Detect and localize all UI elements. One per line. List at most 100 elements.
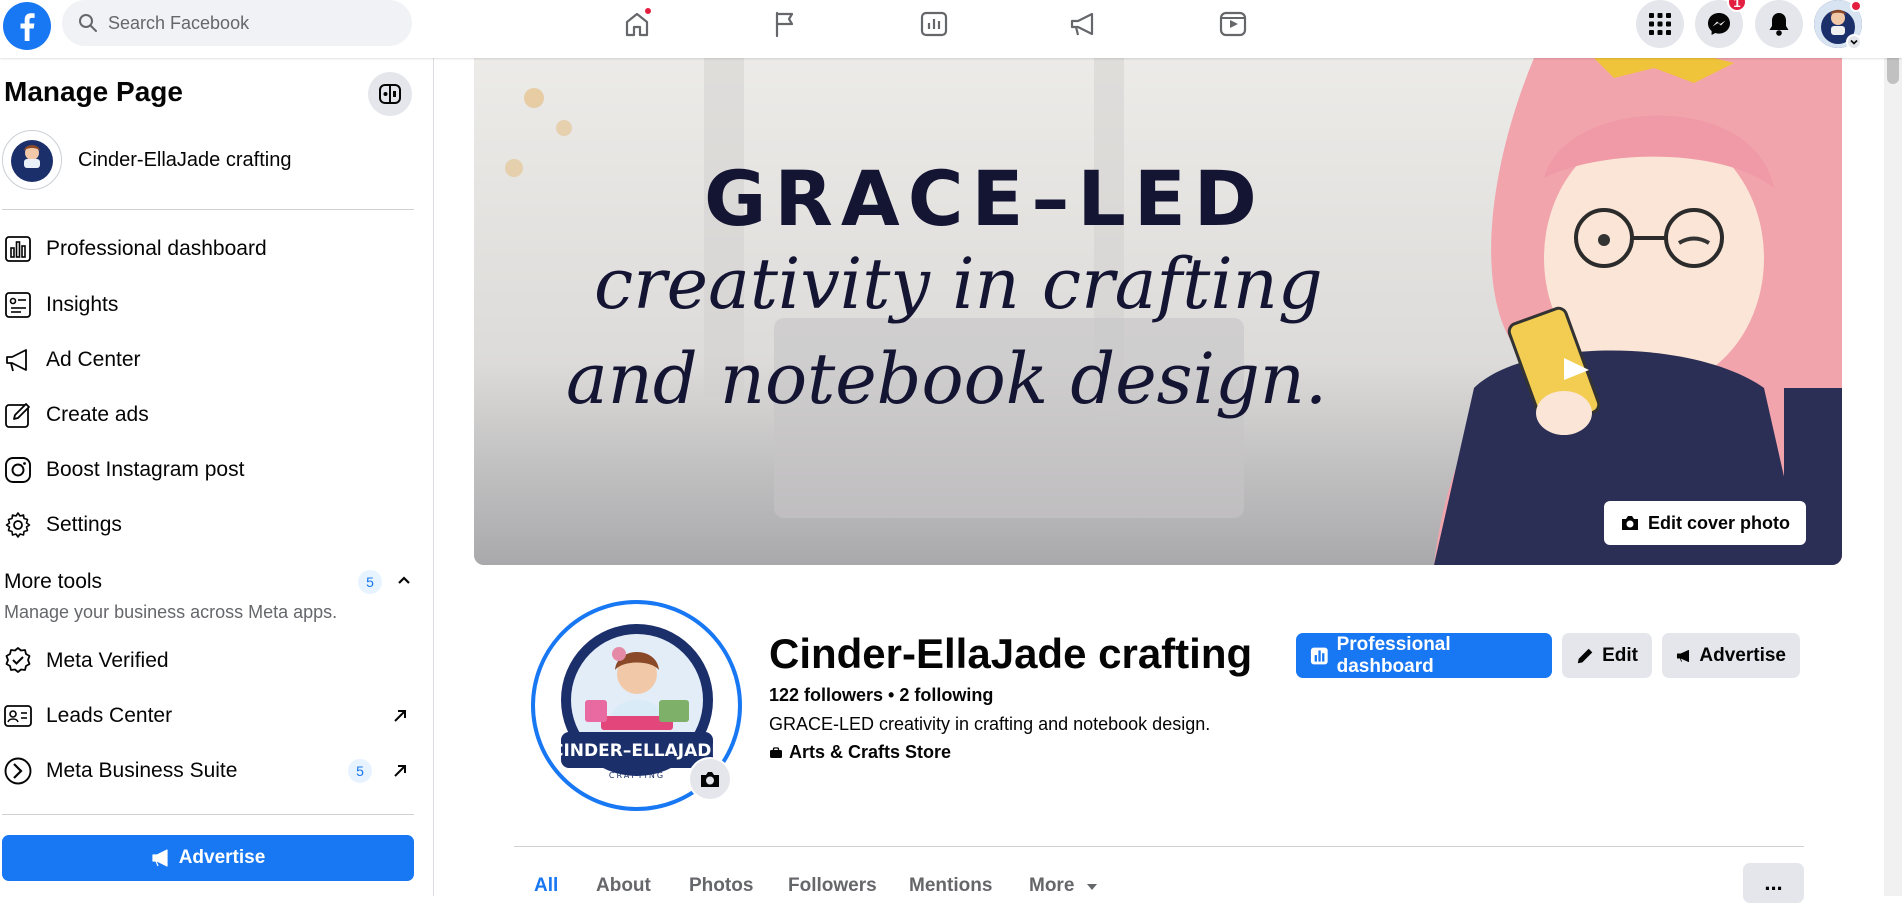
search-icon xyxy=(79,14,97,32)
messenger-button[interactable]: 1 xyxy=(1695,0,1747,48)
sidebar-item-label: Boost Instagram post xyxy=(46,458,245,481)
search-placeholder: Search Facebook xyxy=(108,12,250,33)
chart-icon xyxy=(1310,647,1328,664)
tab-photos[interactable]: Photos xyxy=(689,875,753,897)
top-bar: Search Facebook 1 xyxy=(0,0,1902,58)
verified-icon xyxy=(2,645,34,677)
edit-button[interactable]: Edit xyxy=(1562,633,1652,678)
more-tools-heading[interactable]: More tools xyxy=(4,570,102,594)
tab-more[interactable]: More xyxy=(1029,875,1098,897)
pencil-icon xyxy=(1577,648,1593,663)
cover-headline: GRACE–LED xyxy=(704,154,1265,243)
sidebar-item-label: Leads Center xyxy=(46,704,173,727)
home-icon[interactable] xyxy=(620,6,654,40)
sidebar-item-label: Create ads xyxy=(46,403,149,426)
external-link-icon xyxy=(388,704,412,728)
sidebar-item-meta-verified[interactable]: Meta Verified xyxy=(2,639,414,683)
business-suite-count: 5 xyxy=(348,759,372,783)
toggle-panel-icon xyxy=(379,84,401,104)
caret-down-icon xyxy=(1086,884,1097,890)
sidebar-item-label: Insights xyxy=(46,293,119,316)
sidebar-item-boost-instagram[interactable]: Boost Instagram post xyxy=(2,448,414,492)
pencil-icon xyxy=(2,399,34,431)
tab-more-label: More xyxy=(1029,875,1075,896)
more-tools-count: 5 xyxy=(358,570,382,594)
manage-page-sidebar: Manage Page Cinder-EllaJade crafting Pro… xyxy=(0,58,434,896)
tab-all[interactable]: All xyxy=(534,875,558,897)
sidebar-item-label: Meta Verified xyxy=(46,649,169,672)
advertise-label: Advertise xyxy=(178,847,266,868)
flag-icon[interactable] xyxy=(768,8,802,40)
megaphone-icon[interactable] xyxy=(1066,8,1100,40)
tab-followers[interactable]: Followers xyxy=(788,875,877,897)
video-icon[interactable] xyxy=(1216,8,1250,40)
external-link-icon xyxy=(388,759,412,783)
sidebar-item-label: Professional dashboard xyxy=(46,237,267,260)
bell-icon xyxy=(1769,13,1789,36)
instagram-icon xyxy=(2,454,34,486)
business-suite-icon xyxy=(2,755,34,787)
sidebar-item-label: Ad Center xyxy=(46,348,141,371)
cover-tagline-1: creativity in crafting xyxy=(594,243,1323,325)
more-options-button[interactable]: ... xyxy=(1743,863,1804,903)
sidebar-title: Manage Page xyxy=(4,76,183,107)
sidebar-page-switcher[interactable]: Cinder-EllaJade crafting xyxy=(2,130,291,190)
tabs-divider xyxy=(514,846,1804,847)
notification-dot xyxy=(643,6,653,16)
logo-subtext: CRAFTING xyxy=(608,771,664,780)
page-title: Cinder-EllaJade crafting xyxy=(769,630,1253,677)
menu-grid-button[interactable] xyxy=(1636,0,1684,48)
megaphone-icon xyxy=(2,344,34,376)
sidebar-item-create-ads[interactable]: Create ads xyxy=(2,393,414,437)
tab-mentions[interactable]: Mentions xyxy=(909,875,992,897)
scrollbar-track[interactable] xyxy=(1884,0,1902,896)
account-notification-dot xyxy=(1850,0,1862,12)
switch-view-button[interactable] xyxy=(368,72,412,116)
edit-cover-label: Edit cover photo xyxy=(1648,512,1791,533)
tab-about[interactable]: About xyxy=(596,875,651,897)
sidebar-item-meta-business-suite[interactable]: Meta Business Suite 5 xyxy=(2,749,414,793)
sidebar-item-label: Meta Business Suite xyxy=(46,759,238,782)
more-tools-subtitle: Manage your business across Meta apps. xyxy=(4,602,338,622)
sidebar-item-ad-center[interactable]: Ad Center xyxy=(2,338,414,382)
update-profile-picture-button[interactable] xyxy=(688,757,732,801)
chart-icon xyxy=(2,233,34,265)
insights-icon xyxy=(2,289,34,321)
sidebar-item-label: Settings xyxy=(46,513,122,536)
page-bio: GRACE-LED creativity in crafting and not… xyxy=(769,714,1211,734)
gear-icon xyxy=(2,509,34,541)
camera-icon xyxy=(1622,516,1638,530)
sidebar-item-insights[interactable]: Insights xyxy=(2,283,414,327)
notifications-button[interactable] xyxy=(1755,0,1803,48)
sidebar-item-professional-dashboard[interactable]: Professional dashboard xyxy=(2,227,414,271)
sidebar-page-name: Cinder-EllaJade crafting xyxy=(78,148,292,171)
sidebar-advertise-button[interactable]: Advertise xyxy=(2,835,414,881)
grid-icon xyxy=(1649,13,1671,35)
sidebar-item-settings[interactable]: Settings xyxy=(2,503,414,547)
edit-cover-photo-button[interactable]: Edit cover photo xyxy=(1604,501,1807,545)
camera-icon xyxy=(701,772,719,787)
cover-photo: GRACE–LED creativity in crafting and not… xyxy=(474,58,1842,565)
followers-count[interactable]: 122 followers • 2 following xyxy=(769,685,993,706)
search-input[interactable]: Search Facebook xyxy=(62,0,412,46)
divider xyxy=(2,814,414,815)
chevron-up-icon[interactable] xyxy=(394,570,414,590)
professional-dashboard-button[interactable]: Professional dashboard xyxy=(1296,633,1552,678)
facebook-logo-icon[interactable] xyxy=(2,1,54,50)
cover-tagline-2: and notebook design. xyxy=(566,338,1328,420)
professional-dashboard-label: Professional dashboard xyxy=(1336,633,1451,677)
advertise-label: Advertise xyxy=(1699,644,1786,666)
page-avatar xyxy=(2,130,62,190)
sidebar-item-leads-center[interactable]: Leads Center xyxy=(2,694,414,738)
briefcase-icon xyxy=(770,746,782,758)
insights-icon[interactable] xyxy=(917,8,951,40)
divider xyxy=(2,209,414,210)
messenger-icon xyxy=(1708,13,1730,35)
contact-card-icon xyxy=(2,700,34,732)
megaphone-icon xyxy=(152,849,168,867)
chevron-down-icon[interactable] xyxy=(1846,34,1862,50)
page-category: Arts & Crafts Store xyxy=(769,742,951,763)
megaphone-icon xyxy=(1676,649,1690,662)
advertise-button[interactable]: Advertise xyxy=(1662,633,1800,678)
edit-label: Edit xyxy=(1602,644,1638,666)
